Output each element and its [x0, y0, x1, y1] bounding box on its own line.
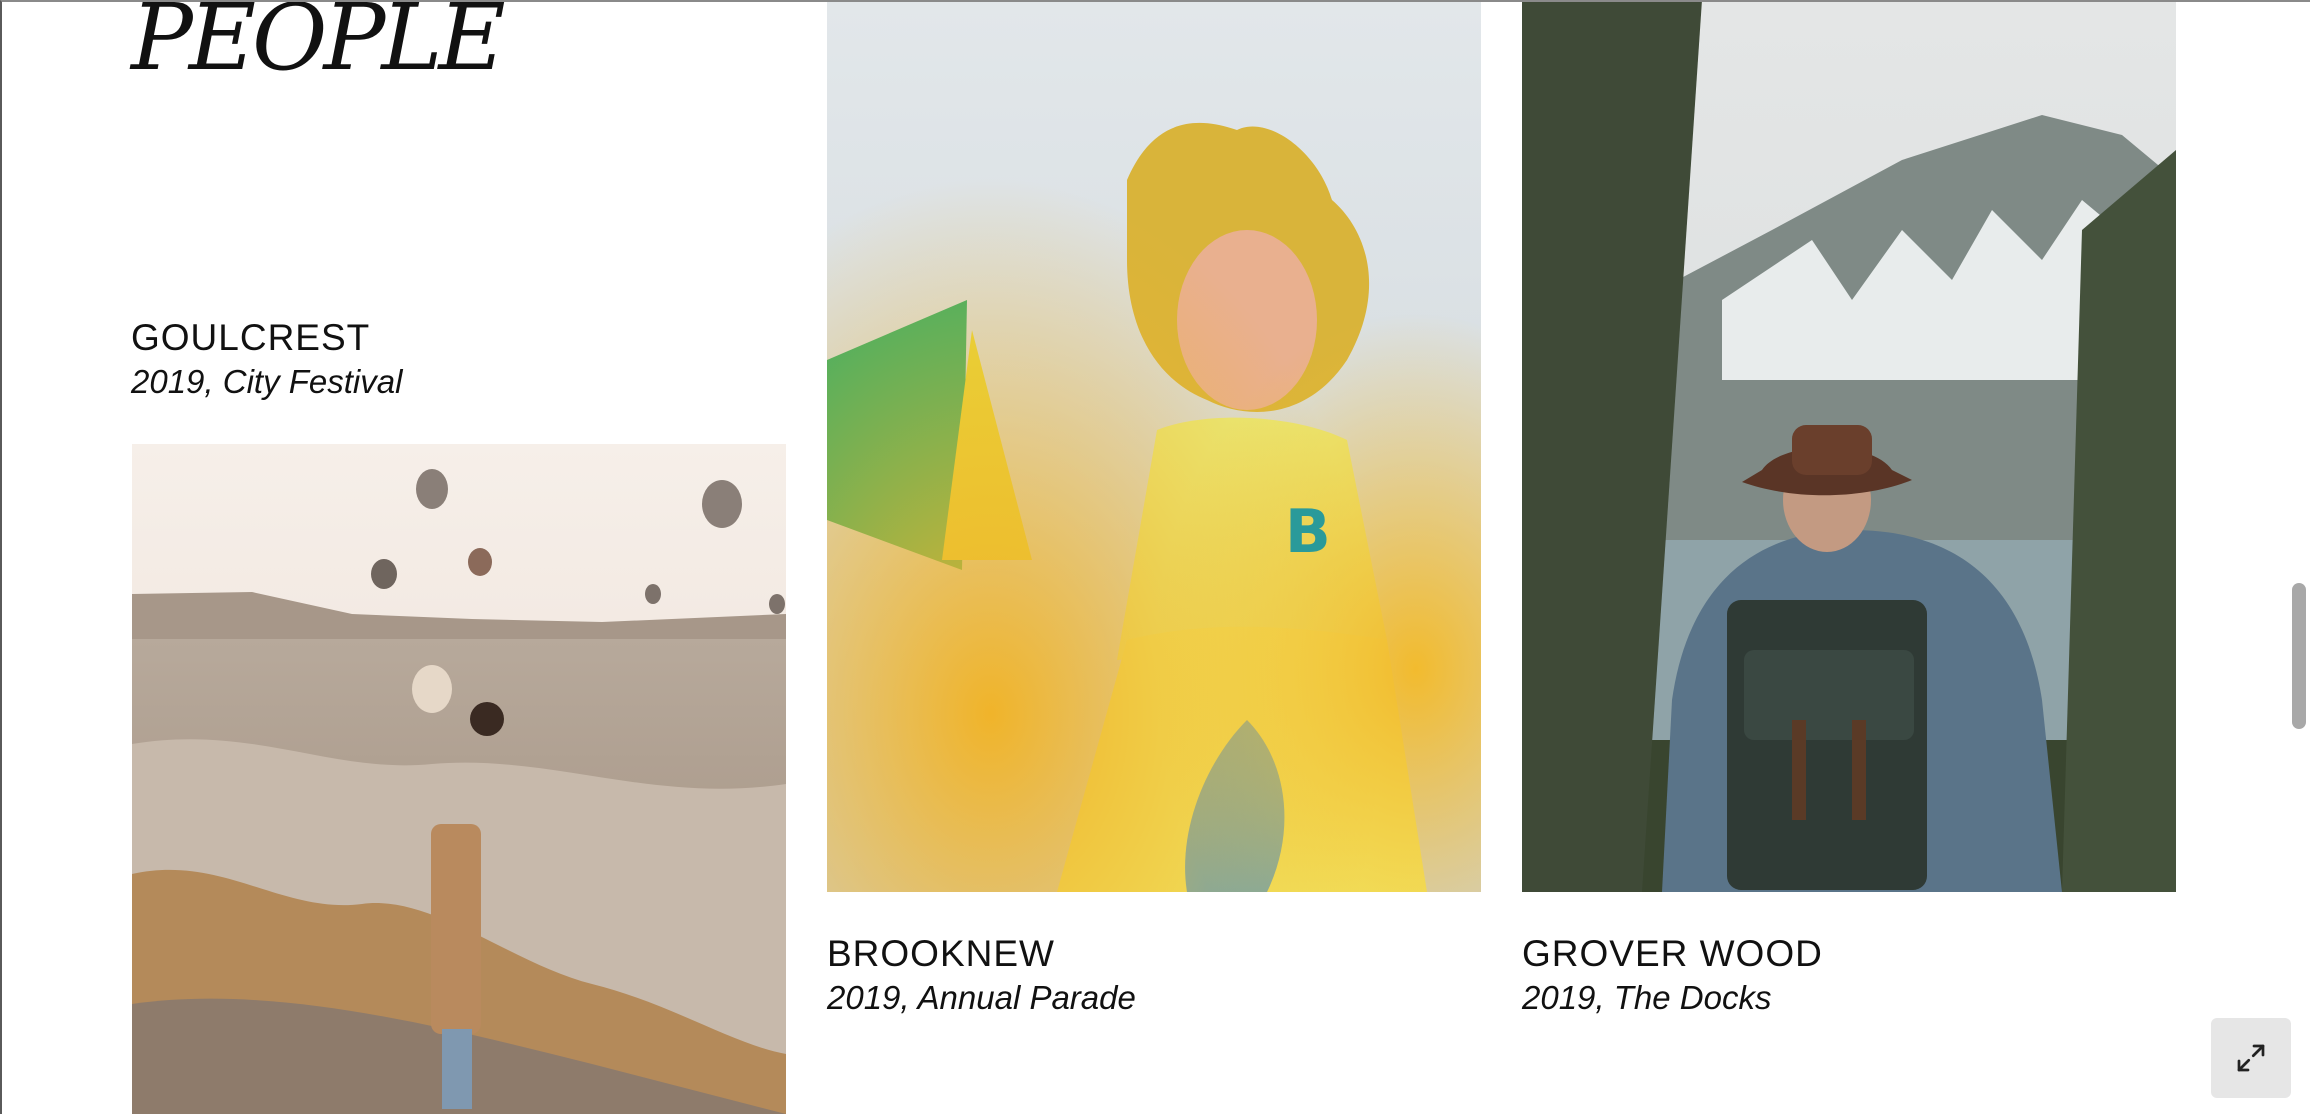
- card-subtitle: 2019, The Docks: [1522, 979, 1772, 1017]
- photo-goulcrest[interactable]: [132, 444, 786, 1114]
- expand-arrows-icon: [2237, 1044, 2265, 1072]
- svg-text:B: B: [1285, 497, 1331, 567]
- card-title[interactable]: GROVER WOOD: [1522, 932, 1823, 976]
- vertical-scrollbar[interactable]: [2286, 0, 2310, 1114]
- photo-grover-wood[interactable]: [1522, 0, 2176, 892]
- section-title: PEOPLE: [131, 0, 506, 91]
- photo-brooknew[interactable]: B: [827, 0, 1481, 892]
- card-caption-brooknew[interactable]: BROOKNEW 2019, Annual Parade: [827, 932, 1136, 1021]
- card-subtitle: 2019, Annual Parade: [827, 979, 1136, 1017]
- hot-air-balloons-landscape-image: [132, 444, 786, 1114]
- hiker-mountain-lake-image: [1522, 0, 2176, 892]
- parade-performer-image: B: [827, 0, 1481, 892]
- card-title[interactable]: BROOKNEW: [827, 932, 1136, 976]
- card-title[interactable]: GOULCREST: [131, 316, 402, 360]
- card-subtitle: 2019, City Festival: [131, 363, 403, 401]
- card-caption-grover-wood[interactable]: GROVER WOOD 2019, The Docks: [1522, 932, 1823, 1021]
- card-caption-goulcrest[interactable]: GOULCREST 2019, City Festival: [131, 316, 402, 405]
- scrollbar-thumb[interactable]: [2292, 583, 2306, 729]
- expand-button[interactable]: [2211, 1018, 2291, 1098]
